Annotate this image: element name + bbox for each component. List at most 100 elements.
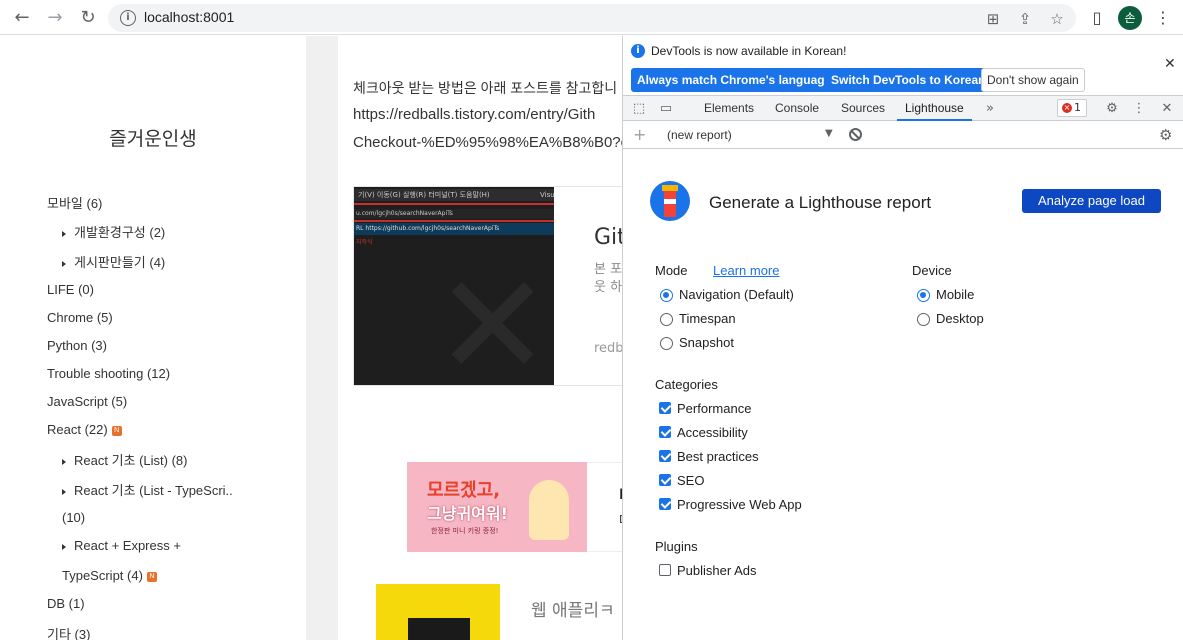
switch-to-korean-button[interactable]: Switch DevTools to Korean — [825, 68, 992, 92]
device-desktop-radio[interactable] — [917, 313, 930, 326]
close-devtools-icon[interactable]: ✕ — [1158, 100, 1176, 118]
triangle-icon — [62, 488, 66, 495]
close-icon[interactable]: ✕ — [1164, 56, 1176, 72]
devtools-tabbar: ⬚ ▭ Elements Console Sources Lighthouse … — [623, 95, 1183, 121]
analyze-page-load-button[interactable]: Analyze page load — [1022, 189, 1161, 213]
always-match-language-button[interactable]: Always match Chrome's language — [631, 68, 838, 92]
more-tabs-icon[interactable]: » — [981, 100, 999, 118]
post-link[interactable]: Checkout-%ED%95%98%EA%B8%B0?c — [353, 134, 623, 151]
blog-title[interactable]: 즐거운인생 — [0, 124, 306, 151]
reload-icon[interactable]: ↻ — [76, 6, 100, 30]
device-mobile-radio[interactable] — [917, 289, 930, 302]
plugin-publisher-ads-checkbox[interactable] — [659, 564, 671, 576]
category-item[interactable]: TypeScript (4) N — [62, 568, 157, 583]
tab-console[interactable]: Console — [775, 96, 819, 121]
category-item[interactable]: 게시판만들기 (4) — [62, 252, 165, 271]
chevron-down-icon[interactable]: ▼ — [825, 128, 833, 139]
error-count-badge[interactable]: × 1 — [1057, 99, 1087, 117]
side-panel-icon[interactable]: ▯ — [1086, 7, 1108, 29]
plugin-publisher-ads-label[interactable]: Publisher Ads — [677, 563, 757, 578]
card-description: 본 포 웃 하 — [594, 262, 623, 295]
triangle-icon — [62, 230, 66, 237]
mode-timespan-label[interactable]: Timespan — [679, 311, 736, 326]
site-info-icon[interactable]: i — [120, 10, 136, 26]
ad-text-box[interactable]: I D — [587, 462, 623, 552]
settings-gear-icon[interactable]: ⚙ — [1103, 100, 1121, 118]
triangle-icon — [62, 260, 66, 267]
device-mobile-label[interactable]: Mobile — [936, 287, 974, 302]
browser-toolbar: ← → ↻ i localhost:8001 ⊞ ⇪ ☆ ▯ 손 ⋮ — [0, 0, 1183, 35]
category-seo-checkbox[interactable] — [659, 474, 671, 486]
category-pwa-label[interactable]: Progressive Web App — [677, 497, 802, 512]
address-bar[interactable]: i localhost:8001 ⊞ ⇪ ☆ — [108, 4, 1076, 32]
lighthouse-settings-gear-icon[interactable]: ⚙ — [1159, 126, 1172, 144]
category-accessibility-label[interactable]: Accessibility — [677, 425, 748, 440]
post-title[interactable]: 웹 애플리ㅋ — [531, 596, 615, 621]
red-underline — [354, 220, 554, 222]
category-item[interactable]: React 기초 (List) (8) — [62, 450, 188, 469]
dont-show-again-button[interactable]: Don't show again — [981, 68, 1085, 92]
devtools-panel: i DevTools is now available in Korean! ✕… — [622, 36, 1183, 640]
thumb-red-text: 지작식 — [356, 239, 373, 246]
preview-thumbnail: 기(V) 이동(G) 실행(R) 터미널(T) 도움말(H) Visu u.com… — [354, 187, 554, 385]
card-title: Git — [594, 225, 623, 250]
tab-lighthouse[interactable]: Lighthouse — [897, 96, 972, 121]
mode-navigation-radio[interactable] — [660, 289, 673, 302]
thumb-url: u.com/lgcjh0s/searchNaverApiTs — [354, 209, 554, 219]
mode-timespan-radio[interactable] — [660, 313, 673, 326]
category-pwa-checkbox[interactable] — [659, 498, 671, 510]
category-item[interactable]: 기타 (3) — [47, 624, 90, 640]
new-badge: N — [111, 425, 122, 436]
logo-letter-shape — [408, 618, 470, 640]
category-item-cont[interactable]: (10) — [62, 510, 85, 525]
category-item[interactable]: React + Express + — [62, 538, 181, 553]
thumb-url-bar: RL https://github.com/lgcjh0s/searchNave… — [354, 223, 554, 235]
category-item[interactable]: 개발환경구성 (2) — [62, 222, 165, 241]
category-performance-label[interactable]: Performance — [677, 401, 751, 416]
category-performance-checkbox[interactable] — [659, 402, 671, 414]
category-item[interactable]: JavaScript (5) — [47, 394, 127, 409]
forward-icon[interactable]: → — [43, 6, 67, 30]
ad-banner[interactable]: 모르겠고, 그냥귀여워! 한정판 미니 키링 증정! — [407, 462, 587, 552]
avatar[interactable]: 손 — [1118, 6, 1142, 30]
category-item[interactable]: Python (3) — [47, 338, 107, 353]
category-item[interactable]: React (22) N — [47, 422, 122, 437]
share-icon[interactable]: ⇪ — [1016, 10, 1034, 28]
category-best-practices-label[interactable]: Best practices — [677, 449, 759, 464]
category-item[interactable]: React 기초 (List - TypeScri.. — [62, 480, 233, 499]
ad-subtext: 한정판 미니 키링 증정! — [431, 527, 499, 535]
learn-more-link[interactable]: Learn more — [713, 263, 779, 278]
category-item[interactable]: LIFE (0) — [47, 282, 94, 297]
category-item[interactable]: Chrome (5) — [47, 310, 113, 325]
category-accessibility-checkbox[interactable] — [659, 426, 671, 438]
report-select[interactable]: (new report) — [667, 128, 732, 142]
category-item[interactable]: Trouble shooting (12) — [47, 366, 170, 381]
mode-snapshot-label[interactable]: Snapshot — [679, 335, 734, 350]
category-best-practices-checkbox[interactable] — [659, 450, 671, 462]
red-underline — [354, 203, 554, 205]
mode-snapshot-radio[interactable] — [660, 337, 673, 350]
gutter — [306, 36, 338, 640]
mode-navigation-label[interactable]: Navigation (Default) — [679, 287, 794, 302]
post-link[interactable]: https://redballs.tistory.com/entry/Gith — [353, 106, 595, 123]
devtools-menu-icon[interactable]: ⋮ — [1130, 100, 1148, 118]
back-icon[interactable]: ← — [10, 6, 34, 30]
thumb-menubar: 기(V) 이동(G) 실행(R) 터미널(T) 도움말(H) Visu — [354, 189, 554, 201]
category-item[interactable]: DB (1) — [47, 596, 85, 611]
tab-sources[interactable]: Sources — [841, 96, 885, 121]
bookmark-star-icon[interactable]: ☆ — [1048, 10, 1066, 28]
more-menu-icon[interactable]: ⋮ — [1152, 7, 1174, 29]
x-watermark-icon: ✕ — [434, 245, 552, 386]
link-preview-card[interactable]: 기(V) 이동(G) 실행(R) 터미널(T) 도움말(H) Visu u.com… — [353, 186, 623, 386]
clear-block-icon[interactable] — [849, 128, 862, 141]
post-thumbnail-image[interactable] — [376, 584, 500, 640]
device-desktop-label[interactable]: Desktop — [936, 311, 984, 326]
category-item[interactable]: 모바일 (6) — [47, 193, 102, 212]
inspect-element-icon[interactable]: ⬚ — [630, 100, 648, 118]
tab-elements[interactable]: Elements — [704, 96, 754, 121]
category-seo-label[interactable]: SEO — [677, 473, 704, 488]
new-badge: N — [146, 571, 157, 582]
new-report-plus-icon[interactable]: + — [633, 125, 646, 144]
device-toolbar-icon[interactable]: ▭ — [657, 100, 675, 118]
translate-icon[interactable]: ⊞ — [984, 10, 1002, 28]
